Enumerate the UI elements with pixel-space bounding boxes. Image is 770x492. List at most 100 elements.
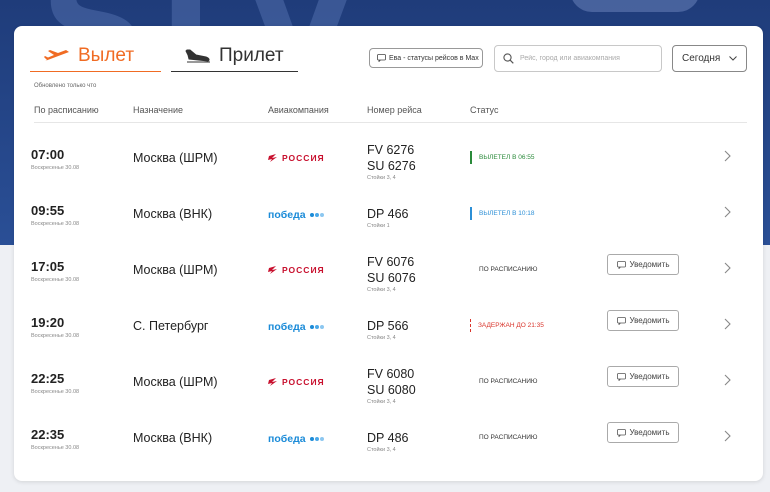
destination: Москва (ШРМ) (133, 375, 218, 389)
table-row[interactable]: 17:05 Воскресенье 30.08 Москва (ШРМ) РОС… (14, 239, 763, 295)
tab-departures-label: Вылет (78, 44, 135, 66)
notify-button[interactable]: Уведомить (607, 310, 679, 331)
destination: Москва (ВНК) (133, 207, 213, 221)
notify-button[interactable]: Уведомить (607, 254, 679, 275)
rossiya-wing-icon (268, 154, 277, 162)
airline-cell: РОССИЯ (268, 265, 325, 275)
airline-cell: победа (268, 321, 324, 333)
tab-departures[interactable]: Вылет (30, 40, 161, 72)
chevron-down-icon (729, 56, 737, 61)
pobeda-logo: победа (268, 321, 324, 333)
gate-info: Стойки 3, 4 (367, 287, 396, 293)
pobeda-dots (309, 213, 324, 217)
flight-number: DP 566 (367, 319, 409, 333)
chat-icon (377, 54, 386, 62)
flight-cell: FV 6076 SU 6076 Стойки 3, 4 (367, 254, 416, 293)
dot-3 (319, 437, 324, 441)
airline-name: РОССИЯ (282, 377, 325, 387)
status-text: ЗАДЕРЖАН ДО 21:35 (470, 319, 544, 332)
dot-1 (309, 213, 314, 217)
gate-info: Стойки 3, 4 (367, 447, 396, 453)
table-row[interactable]: 22:35 Воскресенье 30.08 Москва (ВНК) поб… (14, 407, 763, 463)
table-row[interactable]: 22:25 Воскресенье 30.08 Москва (ШРМ) РОС… (14, 351, 763, 407)
status-text: ПО РАСПИСАНИЮ (479, 266, 538, 273)
airline-cell: РОССИЯ (268, 377, 325, 387)
flight-number: SU 6076 (367, 271, 416, 285)
flight-number: DP 486 (367, 431, 409, 445)
notify-button[interactable]: Уведомить (607, 422, 679, 443)
gate-info: Стойки 3, 4 (367, 335, 396, 341)
dot-1 (309, 437, 314, 441)
header-airline: Авиакомпания (268, 105, 329, 115)
gate-info: Стойки 3, 4 (367, 399, 396, 405)
table-row[interactable]: 19:20 Воскресенье 30.08 С. Петербург поб… (14, 295, 763, 351)
rossiya-wing-icon (268, 266, 277, 274)
chat-icon (616, 260, 626, 269)
flight-board-card: Вылет Прилет Обновлено только что Ева - … (14, 26, 763, 481)
scheduled-time: 17:05 (31, 259, 65, 274)
header-scheduled: По расписанию (34, 105, 99, 115)
scheduled-time: 07:00 (31, 147, 65, 162)
chevron-right-icon[interactable] (722, 430, 732, 442)
status-text: ПО РАСПИСАНИЮ (479, 378, 538, 385)
scheduled-day: Воскресенье 30.08 (31, 221, 80, 227)
table-row[interactable]: 09:55 Воскресенье 30.08 Москва (ВНК) поб… (14, 183, 763, 239)
status-text: ВЫЛЕТЕЛ В 10:18 (470, 207, 534, 220)
scheduled-time: 22:35 (31, 427, 65, 442)
airline-name: победа (268, 433, 306, 445)
destination: Москва (ШРМ) (133, 263, 218, 277)
chat-icon (616, 372, 626, 381)
scheduled-time: 22:25 (31, 371, 65, 386)
flight-cell: FV 6080 SU 6080 Стойки 3, 4 (367, 366, 416, 405)
chat-icon (616, 428, 626, 437)
search-input[interactable] (520, 55, 655, 62)
airline-name: победа (268, 321, 306, 333)
destination: Москва (ШРМ) (133, 151, 218, 165)
chevron-right-icon[interactable] (722, 262, 732, 274)
flight-cell: FV 6276 SU 6276 Стойки 3, 4 (367, 142, 416, 181)
plane-landing-icon (185, 49, 210, 62)
airline-cell: победа (268, 433, 324, 445)
header-destination: Назначение (133, 105, 184, 115)
dot-3 (319, 325, 324, 329)
search-box[interactable] (494, 45, 662, 72)
flight-number: DP 466 (367, 207, 409, 221)
flight-number: FV 6276 (367, 143, 415, 157)
max-status-label: Ева - статусы рейсов в Max (389, 54, 479, 62)
flight-number: SU 6080 (367, 383, 416, 397)
pobeda-dots (309, 325, 324, 329)
chevron-right-icon[interactable] (722, 150, 732, 162)
scheduled-day: Воскресенье 30.08 (31, 165, 80, 171)
scheduled-day: Воскресенье 30.08 (31, 333, 80, 339)
dot-2 (314, 213, 319, 217)
max-status-button[interactable]: Ева - статусы рейсов в Max (369, 48, 483, 68)
notify-label: Уведомить (629, 316, 670, 325)
hero-shape (570, 0, 700, 12)
chevron-right-icon[interactable] (722, 206, 732, 218)
table-row[interactable]: 07:00 Воскресенье 30.08 Москва (ШРМ) РОС… (14, 127, 763, 183)
notify-label: Уведомить (629, 260, 670, 269)
scheduled-time: 09:55 (31, 203, 65, 218)
tab-arrivals-label: Прилет (219, 44, 284, 66)
scheduled-day: Воскресенье 30.08 (31, 445, 80, 451)
airline-cell: победа (268, 209, 324, 221)
pobeda-logo: победа (268, 433, 324, 445)
rossiya-logo: РОССИЯ (268, 153, 325, 163)
notify-button[interactable]: Уведомить (607, 366, 679, 387)
chevron-right-icon[interactable] (722, 374, 732, 386)
date-select[interactable]: Сегодня (672, 45, 747, 72)
table-header: По расписанию Назначение Авиакомпания Но… (34, 105, 747, 123)
rossiya-wing-icon (268, 378, 277, 386)
rossiya-logo: РОССИЯ (268, 377, 325, 387)
tab-arrivals[interactable]: Прилет (171, 40, 298, 72)
chevron-right-icon[interactable] (722, 318, 732, 330)
rossiya-logo: РОССИЯ (268, 265, 325, 275)
flight-cell: DP 486 Стойки 3, 4 (367, 430, 408, 453)
scheduled-day: Воскресенье 30.08 (31, 389, 80, 395)
notify-label: Уведомить (629, 372, 670, 381)
dot-2 (314, 437, 319, 441)
header-status: Статус (470, 105, 499, 115)
search-icon (503, 53, 514, 64)
dot-1 (309, 325, 314, 329)
dot-3 (319, 213, 324, 217)
